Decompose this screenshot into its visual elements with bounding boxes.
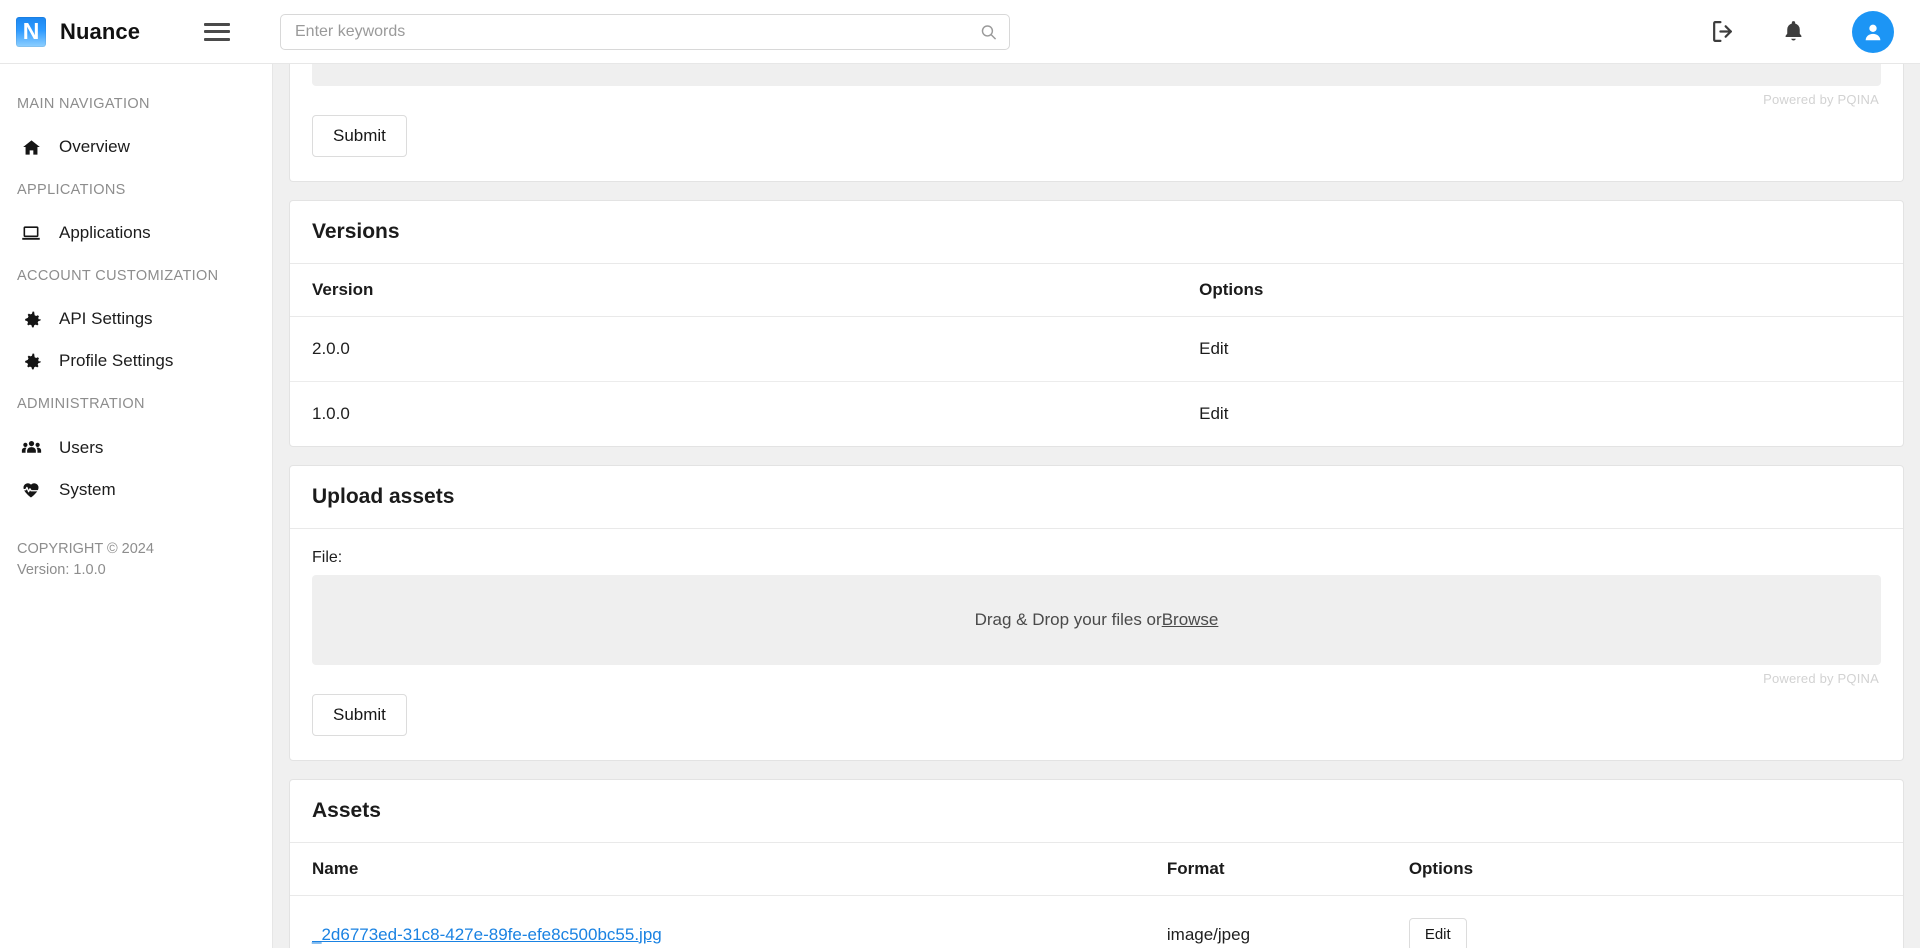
versions-card: Versions Version Options 2.0.0 Edit 1.0.… — [289, 200, 1904, 447]
home-icon — [20, 138, 42, 157]
table-header-row: Version Options — [290, 264, 1903, 317]
top-bar: N Nuance — [0, 0, 1920, 64]
versions-table: Version Options 2.0.0 Edit 1.0.0 Edit — [290, 264, 1903, 446]
dropzone-text: Drag & Drop your files or — [974, 610, 1162, 629]
sidebar: MAIN NAVIGATION Overview APPLICATIONS Ap… — [0, 64, 273, 948]
sidebar-item-applications[interactable]: Applications — [0, 212, 272, 254]
column-header-version: Version — [290, 264, 1178, 317]
brand-name: Nuance — [60, 18, 141, 44]
edit-link[interactable]: Edit — [1199, 339, 1228, 358]
topbar-actions — [1710, 10, 1920, 53]
search-icon[interactable] — [980, 23, 997, 40]
browse-link[interactable]: Browse — [1162, 610, 1219, 630]
table-row: 1.0.0 Edit — [290, 382, 1903, 447]
nuance-logo-icon: N — [16, 16, 46, 47]
sidebar-item-label: System — [59, 480, 116, 499]
laptop-icon — [20, 223, 42, 243]
file-dropzone[interactable]: Drag & Drop your files or Browse — [312, 575, 1881, 665]
cell-version: 1.0.0 — [312, 404, 350, 423]
sidebar-group-header: APPLICATIONS — [17, 182, 126, 198]
users-icon — [20, 437, 42, 458]
sidebar-item-label: Overview — [59, 137, 130, 156]
heartbeat-icon — [20, 480, 42, 500]
sidebar-item-users[interactable]: Users — [0, 426, 272, 469]
sidebar-item-label: Applications — [59, 223, 151, 242]
table-row: 2.0.0 Edit — [290, 316, 1903, 382]
search-box — [280, 13, 1010, 50]
version-text: Version: 1.0.0 — [17, 562, 106, 579]
gear-icon — [20, 310, 42, 329]
notifications-bell-icon[interactable] — [1781, 19, 1806, 44]
edit-link[interactable]: Edit — [1199, 404, 1228, 423]
submit-button[interactable]: Submit — [312, 694, 407, 736]
user-avatar[interactable] — [1852, 10, 1894, 53]
assets-table: Name Format Options _2d6773ed-31c8-427e-… — [290, 843, 1903, 948]
brand[interactable]: N Nuance — [0, 16, 180, 47]
file-label: File: — [312, 549, 343, 566]
edit-button[interactable]: Edit — [1408, 918, 1467, 948]
sidebar-item-system[interactable]: System — [0, 469, 272, 511]
sidebar-footer: COPYRIGHT © 2024 Version: 1.0.0 — [0, 511, 272, 581]
sidebar-item-api-settings[interactable]: API Settings — [0, 298, 272, 340]
versions-card-title: Versions — [290, 201, 1903, 264]
cell-version: 2.0.0 — [290, 316, 1178, 382]
dropzone-partial[interactable] — [312, 64, 1881, 86]
sidebar-group-header: ADMINISTRATION — [17, 396, 145, 412]
copyright-text: COPYRIGHT © 2024 — [17, 541, 154, 557]
upload-assets-card: Upload assets File: Drag & Drop your fil… — [289, 465, 1904, 761]
sidebar-group-header: MAIN NAVIGATION — [17, 96, 150, 112]
hamburger-menu-icon[interactable] — [204, 21, 230, 43]
asset-name-link[interactable]: _2d6773ed-31c8-427e-89fe-efe8c500bc55.jp… — [312, 925, 662, 944]
sidebar-item-label: Profile Settings — [59, 351, 174, 370]
sidebar-item-label: Users — [59, 437, 104, 457]
upload-assets-title: Upload assets — [290, 466, 1903, 529]
sidebar-group-header: ACCOUNT CUSTOMIZATION — [17, 268, 219, 284]
cell-format: image/jpeg — [1166, 924, 1251, 944]
powered-by-label: Powered by PQINA — [1763, 671, 1879, 686]
submit-button-top[interactable]: Submit — [312, 115, 407, 157]
table-header-row: Name Format Options — [290, 843, 1903, 896]
sidebar-item-profile-settings[interactable]: Profile Settings — [0, 340, 272, 382]
assets-card-title: Assets — [290, 780, 1903, 843]
upload-card-top-partial: Powered by PQINA Submit — [289, 64, 1904, 182]
gear-icon — [20, 352, 42, 371]
logout-icon[interactable] — [1710, 19, 1735, 44]
search-input[interactable] — [280, 13, 1010, 50]
column-header-format: Format — [1144, 843, 1387, 896]
column-header-options: Options — [1177, 264, 1903, 317]
sidebar-item-label: API Settings — [59, 309, 153, 328]
powered-by-label: Powered by PQINA — [1763, 92, 1879, 107]
column-header-name: Name — [290, 843, 1145, 896]
assets-card: Assets Name Format Options _2d6773ed-31c… — [289, 779, 1904, 948]
main-content: Powered by PQINA Submit Versions Version… — [273, 64, 1920, 948]
upload-assets-body: File: Drag & Drop your files or Browse P… — [290, 529, 1903, 760]
sidebar-item-overview[interactable]: Overview — [0, 126, 272, 168]
column-header-options: Options — [1386, 843, 1903, 896]
table-row: _2d6773ed-31c8-427e-89fe-efe8c500bc55.jp… — [290, 896, 1903, 948]
